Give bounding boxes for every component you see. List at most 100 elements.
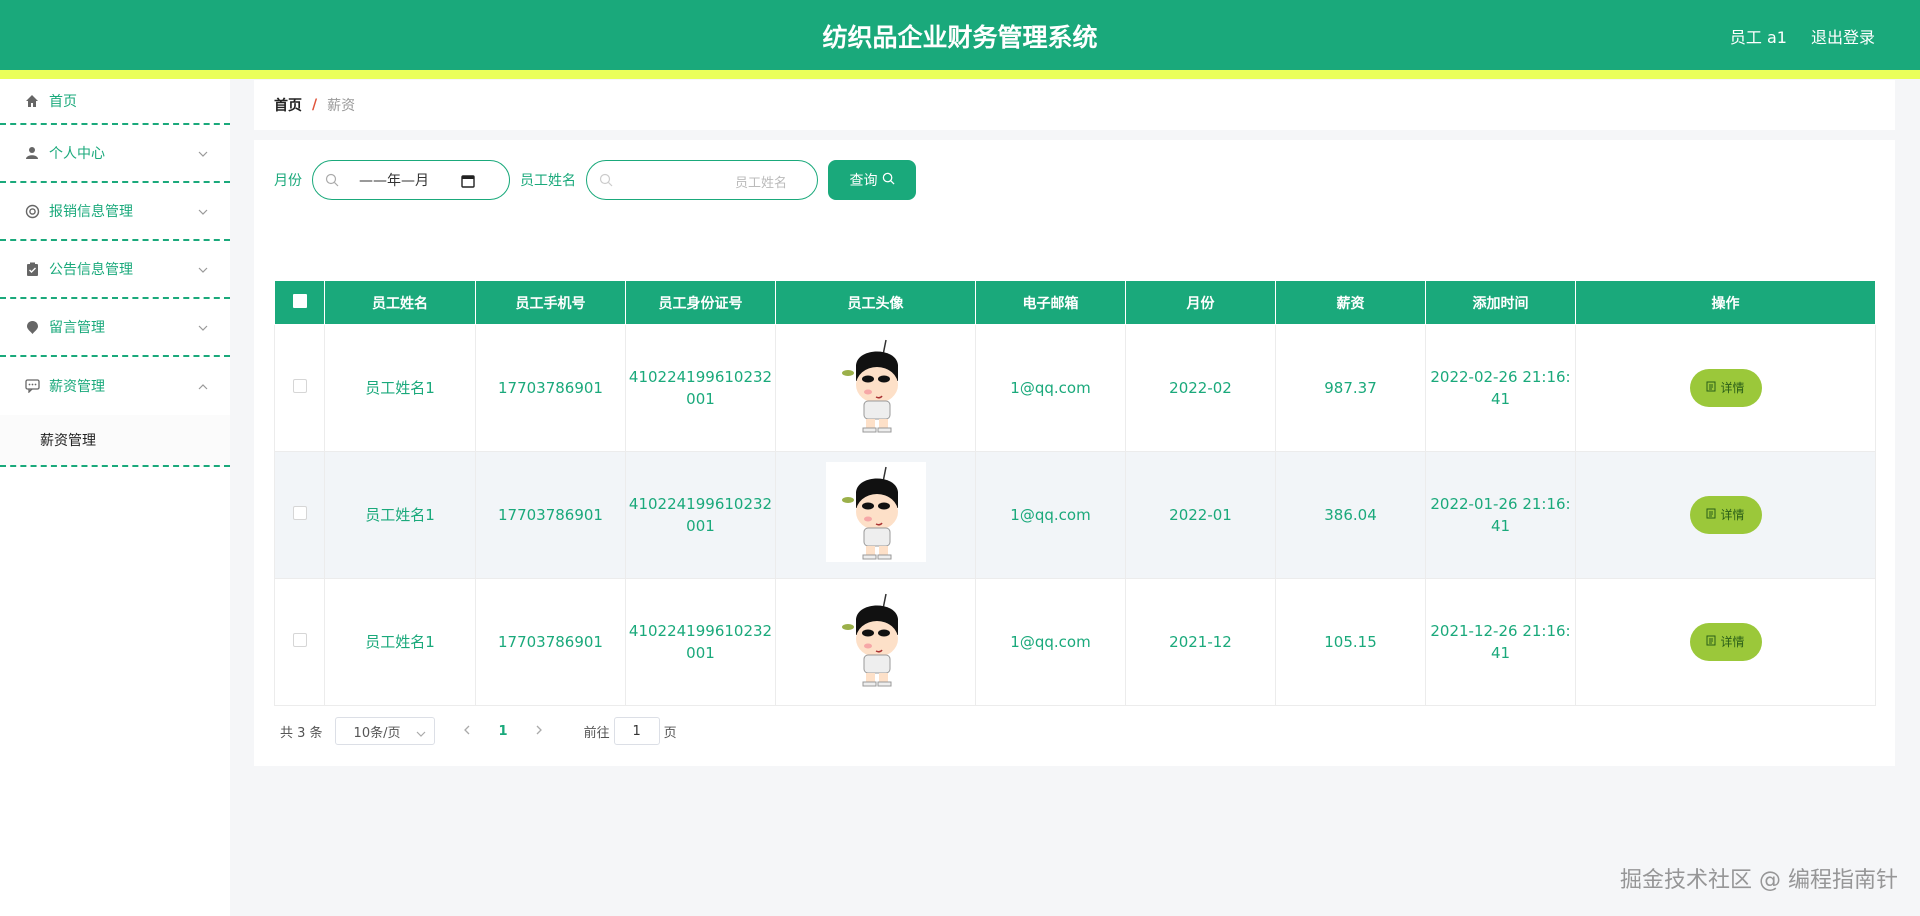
added-time: 2021-12-26 21:16: 41 <box>1425 578 1576 706</box>
goto-label: 前往 <box>583 725 610 741</box>
table-row: 员工姓名1 17703786901 410224199610232 001 1@q… <box>274 578 1876 706</box>
page-size-value: 10条/页 <box>353 725 401 741</box>
month-input[interactable]: ——年—月 <box>312 160 510 200</box>
avatar-cell <box>775 451 976 579</box>
current-user[interactable]: 员工 a1 <box>1730 24 1787 48</box>
employee-id-number: 410224199610232 001 <box>625 451 776 579</box>
home-icon <box>24 93 40 109</box>
submenu-item-salary-management[interactable]: 薪资管理 <box>0 415 230 467</box>
column-header: 员工姓名 <box>324 280 476 325</box>
salary-table: 员工姓名 员工手机号 员工身份证号 员工头像 电子邮箱 月份 薪资 添加时间 操… <box>274 280 1876 706</box>
sidebar-item-home[interactable]: 首页 <box>0 79 230 125</box>
query-button-label: 查询 <box>849 173 878 189</box>
employee-id-number: 410224199610232 001 <box>625 324 776 452</box>
sidebar-item-label: 留言管理 <box>49 320 105 336</box>
row-checkbox[interactable] <box>292 633 307 647</box>
employee-email: 1@qq.com <box>975 451 1126 579</box>
next-page-button[interactable] <box>532 724 548 739</box>
sidebar-item-messages[interactable]: 留言管理 <box>0 299 230 357</box>
salary-month: 2022-02 <box>1125 324 1276 452</box>
search-form: 月份 ——年—月 员工姓名 员工姓名 查询 <box>274 160 916 200</box>
search-icon <box>599 173 613 187</box>
row-checkbox[interactable] <box>292 506 307 520</box>
column-header: 添加时间 <box>1425 280 1576 325</box>
pagination: 共 3 条 10条/页 1 前往 1 页 <box>280 717 677 745</box>
avatar-cell <box>775 324 976 452</box>
column-header: 员工头像 <box>775 280 976 325</box>
name-label: 员工姓名 <box>520 173 576 189</box>
page-suffix: 页 <box>663 725 677 741</box>
avatar <box>825 335 926 435</box>
column-header: 薪资 <box>1275 280 1426 325</box>
total-count: 共 3 条 <box>280 725 323 741</box>
name-placeholder: 员工姓名 <box>734 176 787 191</box>
employee-name: 员工姓名1 <box>324 451 476 579</box>
sidebar-item-label: 首页 <box>49 94 77 110</box>
document-icon <box>1706 504 1716 526</box>
actions-cell: 详情 <box>1575 324 1876 452</box>
sidebar-item-label: 薪资管理 <box>49 379 105 395</box>
breadcrumb-separator: / <box>312 97 318 113</box>
top-header: 纺织品企业财务管理系统 员工 a1 退出登录 <box>0 0 1920 70</box>
select-all-checkbox[interactable] <box>292 293 307 308</box>
search-icon <box>882 172 895 189</box>
document-icon <box>1706 377 1716 399</box>
actions-cell: 详情 <box>1575 451 1876 579</box>
added-time: 2022-01-26 21:16: 41 <box>1425 451 1576 579</box>
name-search-input[interactable]: 员工姓名 <box>586 160 818 200</box>
detail-button[interactable]: 详情 <box>1689 496 1762 534</box>
salary-amount: 386.04 <box>1275 451 1426 579</box>
sidebar-item-salary[interactable]: 薪资管理 <box>0 357 230 415</box>
user-area: 员工 a1 退出登录 <box>1730 24 1875 48</box>
column-header: 员工手机号 <box>475 280 626 325</box>
detail-button-label: 详情 <box>1720 635 1745 649</box>
chevron-down-icon <box>416 726 426 741</box>
chevron-down-icon <box>198 145 208 161</box>
breadcrumb-home[interactable]: 首页 <box>274 95 302 115</box>
avatar <box>825 589 926 689</box>
chevron-down-icon <box>198 319 208 335</box>
page-size-select[interactable]: 10条/页 <box>334 717 435 745</box>
query-button[interactable]: 查询 <box>828 160 916 200</box>
column-header: 员工身份证号 <box>625 280 776 325</box>
breadcrumb-current: 薪资 <box>327 98 356 114</box>
sidebar-item-announcements[interactable]: 公告信息管理 <box>0 241 230 299</box>
logout-link[interactable]: 退出登录 <box>1811 24 1875 48</box>
select-all-cell <box>274 280 325 325</box>
search-icon <box>325 173 339 187</box>
chevron-down-icon <box>198 261 208 277</box>
sidebar: 首页 个人中心 报销信息管理 公告信息管理 留言管理 薪资管理 薪资管理 <box>0 79 230 916</box>
breadcrumb: 首页 / 薪资 <box>254 80 1895 130</box>
table-row: 员工姓名1 17703786901 410224199610232 001 1@q… <box>274 324 1876 452</box>
month-label: 月份 <box>274 173 302 189</box>
main-panel: 月份 ——年—月 员工姓名 员工姓名 查询 员工姓名 员工手机号 员工身份证号 … <box>254 140 1895 766</box>
column-header: 月份 <box>1125 280 1276 325</box>
pin-icon <box>24 319 40 335</box>
avatar-cell <box>775 578 976 706</box>
page-number-current[interactable]: 1 <box>499 724 508 739</box>
column-header: 操作 <box>1575 280 1876 325</box>
added-time: 2022-02-26 21:16: 41 <box>1425 324 1576 452</box>
employee-name: 员工姓名1 <box>324 578 476 706</box>
row-checkbox[interactable] <box>292 379 307 393</box>
employee-email: 1@qq.com <box>975 578 1126 706</box>
sidebar-item-reimbursement[interactable]: 报销信息管理 <box>0 183 230 241</box>
chevron-up-icon <box>198 378 208 394</box>
submenu-item-label: 薪资管理 <box>40 433 96 449</box>
user-icon <box>24 145 40 161</box>
sidebar-item-label: 个人中心 <box>49 146 105 162</box>
sidebar-item-label: 公告信息管理 <box>49 262 133 278</box>
month-value: ——年—月 <box>359 173 429 189</box>
actions-cell: 详情 <box>1575 578 1876 706</box>
detail-button[interactable]: 详情 <box>1689 623 1762 661</box>
sidebar-item-personal-center[interactable]: 个人中心 <box>0 125 230 183</box>
employee-name: 员工姓名1 <box>324 324 476 452</box>
lifebuoy-icon <box>24 203 40 219</box>
prev-page-button[interactable] <box>459 724 475 739</box>
table-header-row: 员工姓名 员工手机号 员工身份证号 员工头像 电子邮箱 月份 薪资 添加时间 操… <box>274 280 1876 325</box>
employee-phone: 17703786901 <box>475 324 626 452</box>
goto-page-input[interactable]: 1 <box>613 717 660 745</box>
app-title: 纺织品企业财务管理系统 <box>822 23 1098 52</box>
detail-button[interactable]: 详情 <box>1689 369 1762 407</box>
calendar-icon[interactable] <box>461 174 475 188</box>
